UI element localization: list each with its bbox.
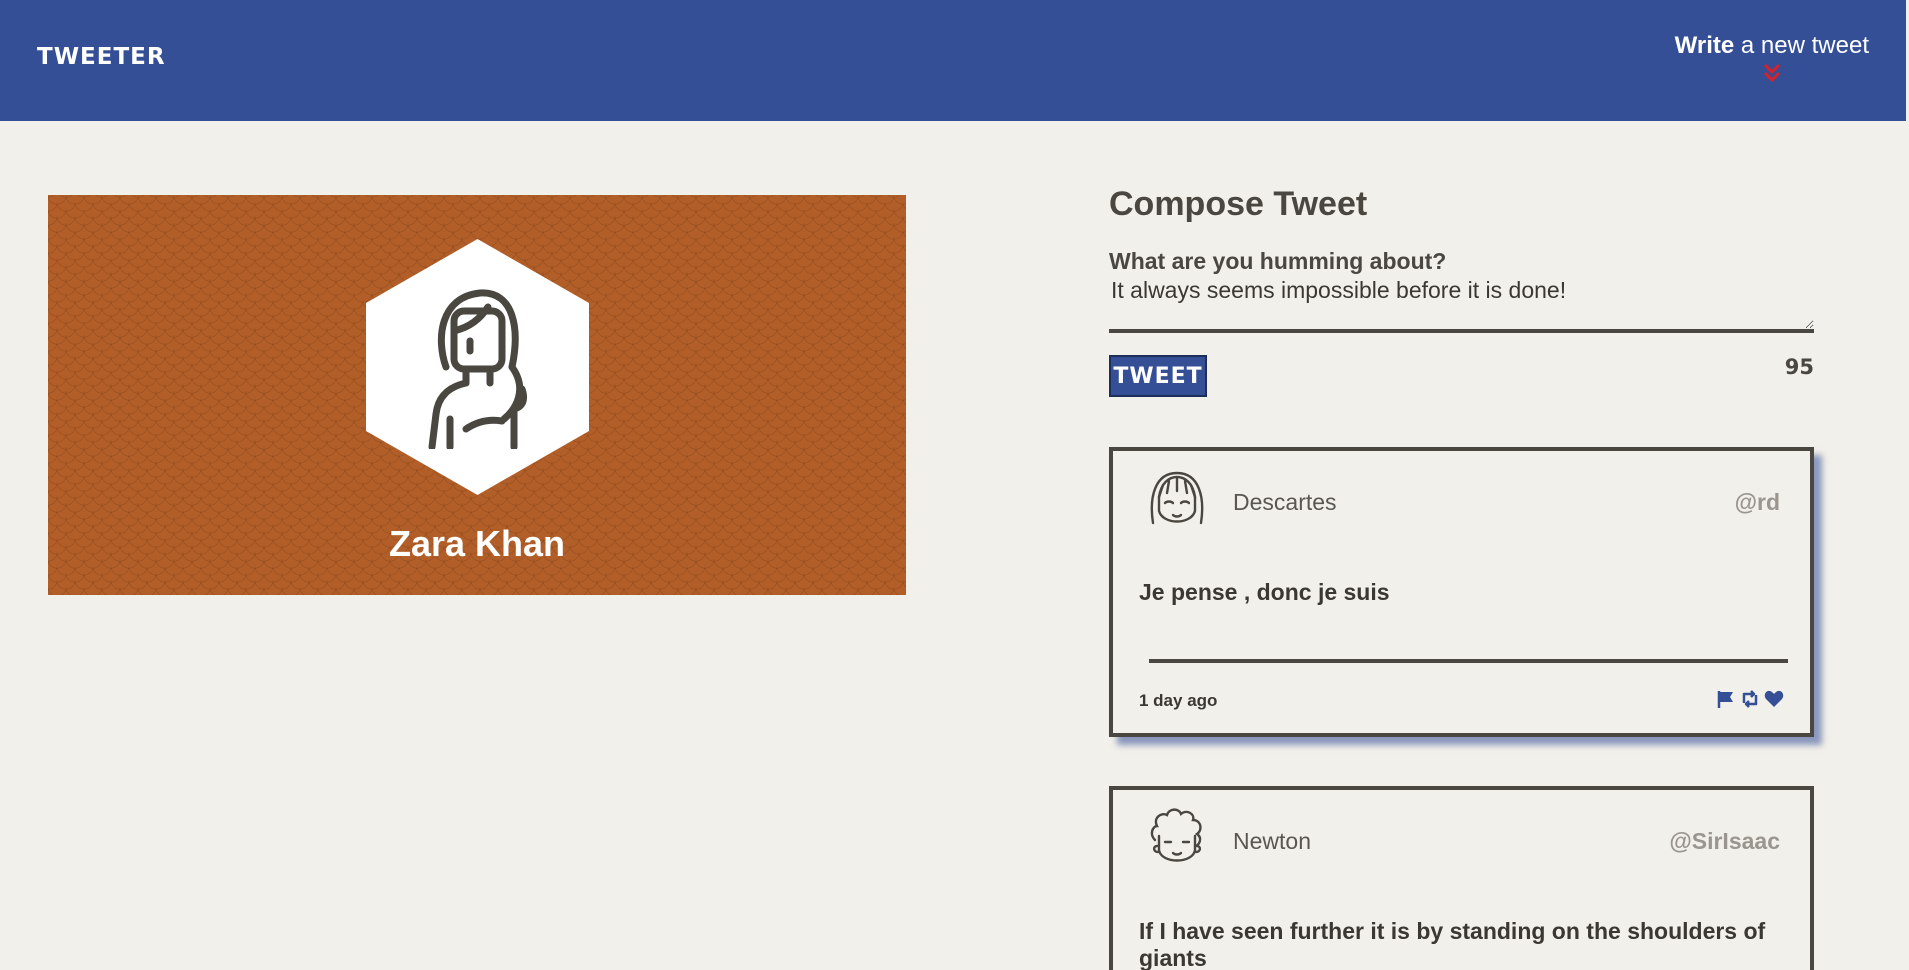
tweet-timestamp: 1 day ago — [1139, 691, 1218, 710]
tweet-content: If I have seen further it is by standing… — [1139, 918, 1766, 970]
tweet-card: Descartes @rd Je pense , donc je suis 1 … — [1109, 447, 1814, 737]
tweet-author-handle: @rd — [1734, 489, 1780, 515]
double-chevron-down-icon[interactable] — [1761, 62, 1783, 84]
curly-hair-man-avatar-icon — [1150, 808, 1202, 862]
compose-toggle-bold: Write — [1674, 32, 1735, 59]
woman-avatar-icon — [428, 289, 528, 449]
tweet-actions — [1716, 689, 1784, 709]
flag-icon[interactable] — [1716, 689, 1736, 709]
navbar: TWEETER Write a new tweet — [0, 0, 1906, 121]
tweet-button[interactable]: TWEET — [1109, 355, 1207, 397]
character-counter: 95 — [1784, 355, 1814, 379]
tweet-author-handle: @SirIsaac — [1669, 828, 1780, 854]
tweet-text-input[interactable] — [1109, 277, 1814, 333]
compose-title: Compose Tweet — [1109, 185, 1368, 223]
tweet-content: Je pense , donc je suis — [1139, 579, 1390, 605]
tweet-card: Newton @SirIsaac If I have seen further … — [1109, 786, 1814, 970]
compose-toggle-text: a new tweet — [1734, 32, 1869, 59]
tweet-author-name: Newton — [1233, 828, 1311, 854]
compose-tweet-section: Compose Tweet What are you humming about… — [1109, 185, 1814, 397]
profile-header: Zara Khan — [48, 195, 906, 595]
profile-name: Zara Khan — [388, 523, 566, 564]
tweet-divider — [1149, 659, 1788, 663]
profile-avatar-frame — [366, 239, 589, 495]
write-new-tweet-toggle[interactable]: Write a new tweet — [1675, 32, 1869, 84]
heart-icon[interactable] — [1764, 689, 1784, 709]
compose-label: What are you humming about? — [1109, 248, 1447, 274]
logo[interactable]: TWEETER — [37, 44, 166, 70]
retweet-icon[interactable] — [1740, 689, 1760, 709]
girl-avatar-icon — [1150, 471, 1204, 525]
tweet-author-name: Descartes — [1233, 489, 1337, 515]
